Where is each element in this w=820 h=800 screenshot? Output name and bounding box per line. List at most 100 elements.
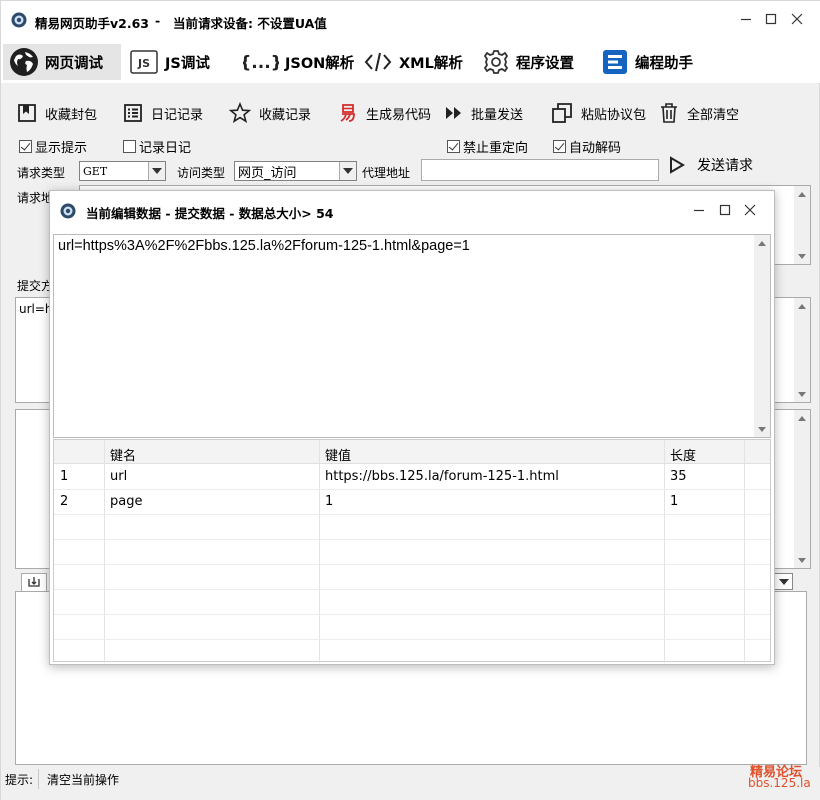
editor-icon [603,50,627,74]
show-hint-check-icon [19,140,32,153]
method-label: 请求类型 [17,166,66,180]
tab-settings-label: 程序设置 [516,55,574,72]
submit-data-text: url=h [19,302,53,316]
method-select[interactable]: GET [79,161,166,181]
batch-send-button[interactable]: 批量发送 [445,101,523,125]
header-scrollbar[interactable] [794,410,810,568]
scroll-down-icon[interactable] [794,386,810,402]
visit-type-label: 访问类型 [177,166,226,180]
batch-send-label: 批量发送 [471,107,524,123]
clear-all-button[interactable]: 全部清空 [659,101,739,125]
row-key[interactable]: page [110,494,142,509]
address-label: 请求地 [17,191,54,205]
tab-settings[interactable]: 程序设置 [476,44,580,80]
method-dropdown-chevron-icon[interactable] [148,162,165,180]
scroll-down-icon[interactable] [794,552,810,568]
method-value: GET [83,164,108,178]
log-diary-checkbox[interactable]: 记录日记 [123,137,191,156]
minimize-button[interactable] [737,12,755,30]
paste-icon [552,103,572,123]
scroll-up-icon[interactable] [794,186,810,202]
auto-decode-check-icon [553,140,566,153]
maximize-button[interactable] [762,12,780,30]
tab-bar: 网页调试 JS JS调试 {...} JSON解析 XML解析 程序设置 编程助… [1,41,820,83]
row-divider [54,589,770,590]
paste-packet-button[interactable]: 粘贴协议包 [551,101,646,125]
toolbar: 收藏封包 日记记录 收藏记录 生成易代码 批量发送 粘贴协议包 全部清空 [1,93,820,133]
tab-js-debug[interactable]: JS JS调试 [123,44,216,80]
app-logo-icon [11,12,27,31]
response-dropdown-chevron-icon[interactable] [774,573,793,590]
scroll-down-icon[interactable] [794,248,810,264]
dialog-close-button[interactable] [741,203,759,221]
visit-type-dropdown-chevron-icon[interactable] [339,162,356,180]
row-value[interactable]: 1 [325,494,333,509]
row-index: 2 [60,494,69,509]
svg-text:{...}: {...} [243,53,279,73]
save-icon [28,577,40,587]
column-length[interactable]: 长度 [670,445,696,464]
gear-icon [483,50,509,74]
table-row[interactable]: 1 url https://bbs.125.la/forum-125-1.htm… [54,465,770,489]
address-scrollbar[interactable] [794,186,810,264]
status-message: 清空当前操作 [47,773,120,787]
trash-icon [661,103,677,123]
tab-coding-assistant[interactable]: 编程助手 [595,44,699,80]
raw-data-scrollbar[interactable] [754,235,770,437]
row-divider [54,639,770,640]
auto-decode-label: 自动解码 [569,141,622,156]
dialog-maximize-button[interactable] [716,203,734,221]
paste-packet-label: 粘贴协议包 [581,107,647,123]
auto-decode-checkbox[interactable]: 自动解码 [553,137,621,156]
favorites-button[interactable]: 收藏记录 [229,101,311,125]
status-divider [38,769,39,789]
show-hint-checkbox[interactable]: 显示提示 [19,137,87,156]
submit-scrollbar[interactable] [794,298,810,402]
play-icon [670,156,685,174]
save-packet-button[interactable]: 收藏封包 [17,101,97,125]
fast-forward-icon [446,107,461,119]
table-row[interactable]: 2 page 1 1 [54,490,770,514]
log-diary-label: 记录日记 [139,141,192,156]
no-redirect-checkbox[interactable]: 禁止重定向 [447,137,528,156]
row-value[interactable]: https://bbs.125.la/forum-125-1.html [325,469,559,484]
tab-web-debug[interactable]: 网页调试 [3,44,121,80]
tab-xml-parse[interactable]: XML解析 [357,44,469,80]
title-bar: 精易网页助手v2.63 - 当前请求设备: 不设置UA值 [1,1,820,41]
globe-icon [10,48,38,76]
dialog-minimize-button[interactable] [690,203,708,221]
status-bar: 提示: 清空当前操作 精易论坛 bbs.125.la [1,765,820,800]
row-divider [54,514,770,515]
scroll-up-icon[interactable] [794,410,810,426]
row-key[interactable]: url [110,469,127,484]
diary-log-label: 日记记录 [151,107,204,123]
generate-code-label: 生成易代码 [366,107,432,123]
tab-json-parse[interactable]: {...} JSON解析 [237,44,360,80]
no-redirect-check-icon [447,140,460,153]
raw-data-textarea[interactable]: url=https%3A%2F%2Fbbs.125.la%2Fforum-125… [53,234,771,438]
dialog-logo-icon [60,203,76,222]
scroll-up-icon[interactable] [754,235,770,251]
key-value-grid: 键名 键值 长度 1 url https://bbs.125.la/forum-… [53,439,771,663]
column-key[interactable]: 键名 [110,445,136,464]
generate-code-button[interactable]: 生成易代码 [338,101,431,125]
proxy-input[interactable] [421,159,659,181]
no-redirect-label: 禁止重定向 [463,141,529,156]
visit-type-select[interactable]: 网页_访问 [234,161,357,181]
dialog-title: 当前编辑数据 - 提交数据 - 数据总大小> 54 [86,206,334,221]
main-window: 精易网页助手v2.63 - 当前请求设备: 不设置UA值 网页调试 JS JS调… [0,0,820,800]
yi-icon [340,104,355,122]
send-request-button[interactable]: 发送请求 [669,155,753,175]
scroll-up-icon[interactable] [794,298,810,314]
close-button[interactable] [788,12,806,30]
tab-js-debug-label: JS调试 [165,55,210,72]
watermark-url: bbs.125.la [748,776,811,790]
response-tab[interactable] [21,573,47,591]
submit-data-label: 提交方 [17,279,54,293]
column-value[interactable]: 键值 [325,445,351,464]
scroll-down-icon[interactable] [754,421,770,437]
diary-log-button[interactable]: 日记记录 [123,101,203,125]
tab-web-debug-label: 网页调试 [45,55,103,72]
favorites-label: 收藏记录 [259,107,312,123]
log-diary-check-icon [123,140,136,153]
